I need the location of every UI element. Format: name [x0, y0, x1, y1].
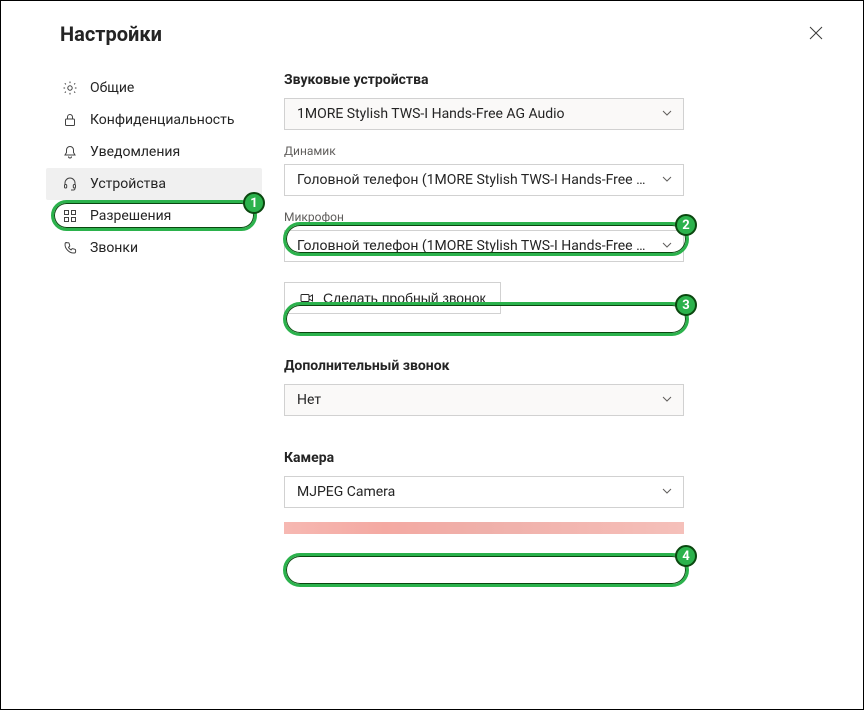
sidebar-item-label: Разрешения [90, 208, 171, 224]
chevron-down-icon [661, 485, 675, 499]
sidebar-item-label: Уведомления [90, 144, 180, 160]
sidebar-item-privacy[interactable]: Конфиденциальность [46, 104, 262, 136]
settings-layout: Общие Конфиденциальность Уведомления Уст… [0, 58, 864, 534]
audio-devices-heading: Звуковые устройства [284, 72, 772, 88]
camera-heading: Камера [284, 450, 772, 466]
camera-select[interactable]: MJPEG Camera [284, 476, 684, 508]
close-button[interactable] [800, 18, 832, 50]
gear-icon [62, 80, 78, 96]
headset-icon [62, 176, 78, 192]
phone-icon [62, 240, 78, 256]
close-icon [809, 25, 823, 44]
sidebar-item-label: Устройства [90, 176, 166, 192]
microphone-label: Микрофон [284, 210, 772, 224]
secondary-ringer-value: Нет [297, 392, 321, 408]
camera-value: MJPEG Camera [297, 484, 395, 500]
grid-icon [62, 208, 78, 224]
sidebar-item-notifications[interactable]: Уведомления [46, 136, 262, 168]
sidebar-item-label: Звонки [90, 240, 138, 256]
devices-panel: Звуковые устройства 1MORE Stylish TWS-I … [262, 72, 822, 534]
sidebar-item-permissions[interactable]: Разрешения [46, 200, 262, 232]
annotation-badge: 1 [243, 192, 265, 214]
speaker-label: Динамик [284, 144, 772, 158]
video-call-icon [299, 290, 315, 306]
chevron-down-icon [661, 107, 675, 121]
annotation-badge: 2 [675, 214, 697, 236]
chevron-down-icon [661, 393, 675, 407]
annotation-badge: 4 [675, 545, 697, 567]
sidebar-item-label: Общие [90, 80, 134, 96]
speaker-select[interactable]: Головной телефон (1MORE Stylish TWS-I Ha… [284, 164, 684, 196]
test-call-button[interactable]: Сделать пробный звонок [284, 282, 501, 314]
audio-device-select[interactable]: 1MORE Stylish TWS-I Hands-Free AG Audio [284, 98, 684, 130]
speaker-value: Головной телефон (1MORE Stylish TWS-I Ha… [297, 172, 651, 188]
lock-icon [62, 112, 78, 128]
secondary-ringer-select[interactable]: Нет [284, 384, 684, 416]
camera-preview [284, 522, 684, 534]
sidebar-item-calls[interactable]: Звонки [46, 232, 262, 264]
settings-sidebar: Общие Конфиденциальность Уведомления Уст… [46, 72, 262, 534]
sidebar-item-devices[interactable]: Устройства [46, 168, 262, 200]
secondary-ringer-heading: Дополнительный звонок [284, 358, 772, 374]
sidebar-item-label: Конфиденциальность [90, 112, 234, 128]
microphone-select[interactable]: Головной телефон (1MORE Stylish TWS-I Ha… [284, 230, 684, 262]
bell-icon [62, 144, 78, 160]
settings-title: Настройки [60, 22, 162, 46]
test-call-label: Сделать пробный звонок [323, 290, 486, 306]
audio-device-value: 1MORE Stylish TWS-I Hands-Free AG Audio [297, 106, 565, 122]
settings-header: Настройки [0, 0, 864, 58]
sidebar-item-general[interactable]: Общие [46, 72, 262, 104]
chevron-down-icon [661, 239, 675, 253]
annotation-4: 4 [283, 553, 689, 587]
microphone-value: Головной телефон (1MORE Stylish TWS-I Ha… [297, 238, 651, 254]
annotation-badge: 3 [675, 294, 697, 316]
chevron-down-icon [661, 173, 675, 187]
